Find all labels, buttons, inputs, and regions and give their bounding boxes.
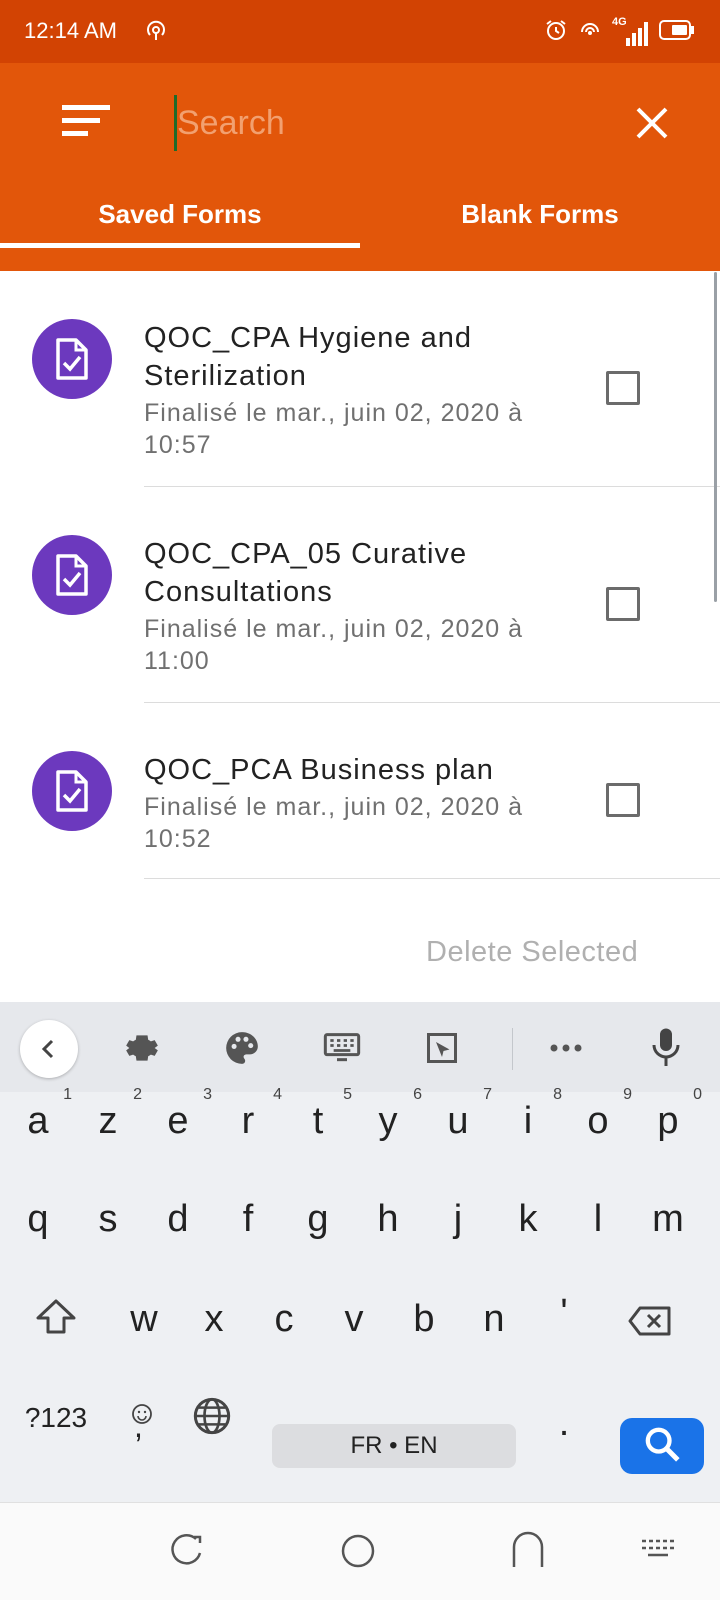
form-finalized-icon — [32, 751, 112, 831]
more-options-icon[interactable] — [546, 1028, 586, 1068]
shift-icon — [35, 1299, 77, 1345]
soft-keyboard: a1 z2 e3 r4 t5 y6 u7 i8 o9 p0 q s d f g … — [0, 1002, 720, 1502]
key-i[interactable]: i8 — [498, 1086, 562, 1143]
space-key[interactable]: FR • EN — [272, 1424, 516, 1468]
key-o[interactable]: o9 — [568, 1086, 632, 1143]
period-key[interactable]: . — [534, 1402, 594, 1445]
tab-blank-forms[interactable]: Blank Forms — [360, 183, 720, 271]
key-w[interactable]: w — [114, 1298, 174, 1341]
list-item[interactable]: QOC_PCA Business plan Finalisé le mar., … — [0, 703, 720, 879]
key-j[interactable]: j — [428, 1198, 488, 1241]
key-d[interactable]: d — [148, 1198, 208, 1241]
gear-icon[interactable] — [122, 1028, 162, 1068]
home-icon[interactable] — [336, 1529, 380, 1573]
system-nav-bar — [0, 1502, 720, 1600]
delete-selected-button[interactable]: Delete Selected — [426, 936, 638, 969]
shift-key[interactable] — [26, 1298, 86, 1346]
key-g[interactable]: g — [288, 1198, 348, 1241]
key-r[interactable]: r4 — [218, 1086, 282, 1143]
network-type-label: 4G — [612, 15, 627, 28]
key-z[interactable]: z2 — [78, 1086, 143, 1143]
keyboard-icon[interactable] — [322, 1028, 362, 1068]
list-scrollbar[interactable] — [714, 272, 717, 602]
recent-apps-icon[interactable] — [164, 1529, 208, 1573]
backspace-key[interactable] — [620, 1304, 680, 1347]
search-icon — [642, 1424, 682, 1469]
app-bar: Saved Forms Blank Forms — [0, 63, 720, 271]
comma-label: , — [134, 1408, 143, 1444]
search-enter-key[interactable] — [620, 1418, 704, 1474]
list-item[interactable]: QOC_CPA_05 Curative Consultations Finali… — [0, 487, 720, 703]
form-finalized-icon — [32, 535, 112, 615]
key-e[interactable]: e3 — [148, 1086, 212, 1143]
hotspot-icon — [144, 20, 168, 49]
status-time: 12:14 AM — [24, 18, 117, 43]
symbols-key[interactable]: ?123 — [16, 1402, 96, 1434]
form-finalized-icon — [32, 319, 112, 399]
status-icons: 4G — [544, 16, 696, 47]
form-select-checkbox[interactable] — [606, 783, 640, 817]
key-x[interactable]: x — [184, 1298, 244, 1341]
globe-key[interactable] — [182, 1396, 242, 1446]
key-m[interactable]: m — [638, 1198, 698, 1241]
keyboard-hide-icon[interactable] — [636, 1529, 680, 1573]
key-l[interactable]: l — [568, 1198, 628, 1241]
key-y[interactable]: y6 — [358, 1086, 423, 1143]
tab-bar: Saved Forms Blank Forms — [0, 183, 720, 271]
form-subtitle: Finalisé le mar., juin 02, 2020 à 11:00 — [144, 615, 524, 675]
key-c[interactable]: c — [254, 1298, 314, 1341]
key-f[interactable]: f — [218, 1198, 278, 1241]
alarm-icon — [544, 18, 568, 47]
divider — [144, 878, 720, 879]
key-a[interactable]: a1 — [8, 1086, 72, 1143]
key-h[interactable]: h — [358, 1198, 418, 1241]
sort-menu-icon[interactable] — [62, 103, 112, 139]
key-u[interactable]: u7 — [428, 1086, 492, 1143]
backspace-icon — [628, 1304, 672, 1346]
form-select-checkbox[interactable] — [606, 371, 640, 405]
list-item[interactable]: QOC_CPA Hygiene and Sterilization Finali… — [0, 271, 720, 487]
form-title: QOC_CPA Hygiene and Sterilization — [144, 322, 472, 392]
tab-saved-forms[interactable]: Saved Forms — [0, 183, 360, 271]
form-title: QOC_CPA_05 Curative Consultations — [144, 538, 468, 608]
screenshot-crop-icon[interactable] — [422, 1028, 462, 1068]
close-icon[interactable] — [630, 101, 674, 145]
globe-icon — [192, 1397, 232, 1445]
chevron-left-icon[interactable] — [20, 1020, 78, 1078]
back-icon[interactable] — [506, 1529, 550, 1573]
form-title: QOC_PCA Business plan — [144, 754, 494, 786]
key-n[interactable]: n — [464, 1298, 524, 1341]
palette-icon[interactable] — [222, 1028, 262, 1068]
search-input[interactable] — [174, 95, 574, 151]
saved-forms-list: QOC_CPA Hygiene and Sterilization Finali… — [0, 271, 720, 879]
key-k[interactable]: k — [498, 1198, 558, 1241]
form-subtitle: Finalisé le mar., juin 02, 2020 à 10:52 — [144, 793, 524, 853]
battery-icon — [658, 19, 696, 46]
status-bar: 12:14 AM 4G — [0, 0, 720, 63]
form-select-checkbox[interactable] — [606, 587, 640, 621]
microphone-icon[interactable] — [646, 1028, 686, 1068]
key-b[interactable]: b — [394, 1298, 454, 1341]
wifi-hotspot-icon — [578, 18, 602, 47]
key-p[interactable]: p0 — [638, 1086, 702, 1143]
keyboard-toolbar — [0, 1002, 720, 1092]
key-apostrophe[interactable]: ' — [534, 1292, 594, 1335]
key-t[interactable]: t5 — [288, 1086, 352, 1143]
toolbar-divider — [512, 1028, 513, 1070]
emoji-comma-key[interactable]: , — [116, 1392, 166, 1452]
key-q[interactable]: q — [8, 1198, 68, 1241]
key-s[interactable]: s — [78, 1198, 138, 1241]
key-v[interactable]: v — [324, 1298, 384, 1341]
signal-icon: 4G — [612, 16, 648, 46]
form-subtitle: Finalisé le mar., juin 02, 2020 à 10:57 — [144, 399, 524, 459]
